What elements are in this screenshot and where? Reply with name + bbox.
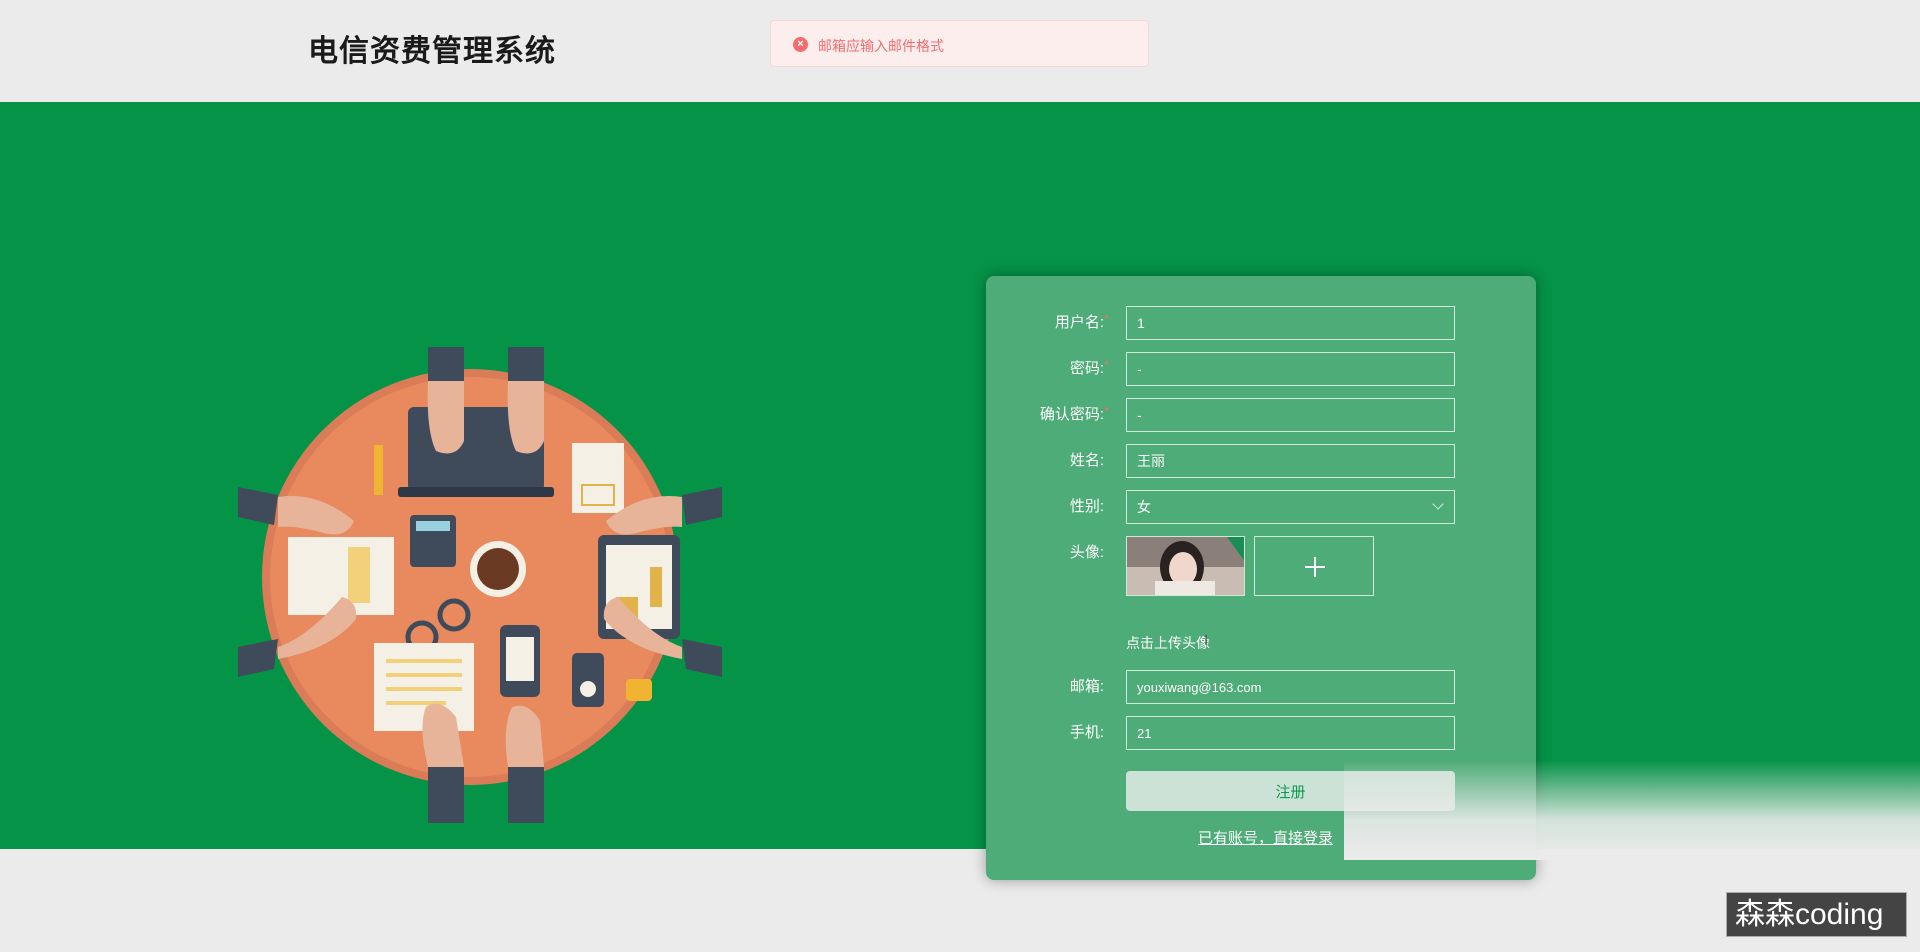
toast-message: 邮箱应输入邮件格式 bbox=[818, 38, 944, 54]
error-toast: × 邮箱应输入邮件格式 bbox=[770, 20, 1149, 67]
password-input[interactable] bbox=[1126, 352, 1455, 386]
gender-row: 性别: 女 bbox=[986, 490, 1536, 524]
confirm-password-input[interactable] bbox=[1126, 398, 1455, 432]
watermark: 森森coding bbox=[1726, 892, 1907, 937]
username-input[interactable] bbox=[1126, 306, 1455, 340]
gender-select[interactable]: 女 bbox=[1126, 490, 1455, 524]
error-circle-icon: × bbox=[793, 37, 808, 52]
email-input[interactable] bbox=[1126, 670, 1455, 704]
password-label: 密码: * bbox=[1070, 352, 1109, 386]
confirm-password-label: 确认密码: * bbox=[1040, 398, 1109, 432]
name-row: 姓名: bbox=[986, 444, 1536, 478]
plus-icon-vertical bbox=[1314, 557, 1316, 577]
email-row: 邮箱: bbox=[986, 670, 1536, 704]
upload-avatar-button[interactable] bbox=[1254, 536, 1374, 596]
username-label: 用户名: * bbox=[1055, 306, 1109, 340]
chevron-down-icon bbox=[1432, 498, 1444, 510]
hero-section: 用户名:* 密码:* 确认密码:* 姓名: 性别: 女 头像: bbox=[0, 102, 1920, 880]
phone-input[interactable] bbox=[1126, 716, 1455, 750]
confirm-password-row: 确认密码: * bbox=[986, 398, 1536, 432]
required-mark: * bbox=[1104, 358, 1109, 372]
phone-label: 手机: bbox=[1069, 724, 1104, 741]
login-link[interactable]: 已有账号，直接登录 bbox=[1198, 827, 1333, 848]
password-row: 密码: * bbox=[986, 352, 1536, 386]
app-title: 电信资费管理系统 bbox=[308, 35, 556, 68]
username-row: 用户名: * bbox=[986, 306, 1536, 340]
top-header: 电信资费管理系统 × 邮箱应输入邮件格式 bbox=[0, 0, 1920, 103]
avatar-row: 头像: bbox=[986, 536, 1536, 596]
gender-label: 性别: bbox=[1069, 498, 1104, 515]
avatar-thumbnail[interactable] bbox=[1126, 536, 1245, 596]
gender-value: 女 bbox=[1137, 499, 1151, 515]
text-cursor-icon: I bbox=[1204, 632, 1209, 649]
required-mark: * bbox=[1104, 404, 1109, 418]
required-mark: * bbox=[1104, 312, 1109, 326]
phone-row: 手机: bbox=[986, 716, 1536, 750]
meeting-table-illustration bbox=[238, 347, 722, 823]
name-input[interactable] bbox=[1126, 444, 1455, 478]
avatar-label: 头像: bbox=[1069, 544, 1104, 561]
email-label: 邮箱: bbox=[1069, 678, 1104, 695]
screen-glare bbox=[1344, 760, 1920, 860]
name-label: 姓名: bbox=[1069, 452, 1104, 469]
upload-hint: 点击上传头像 bbox=[1126, 635, 1210, 651]
